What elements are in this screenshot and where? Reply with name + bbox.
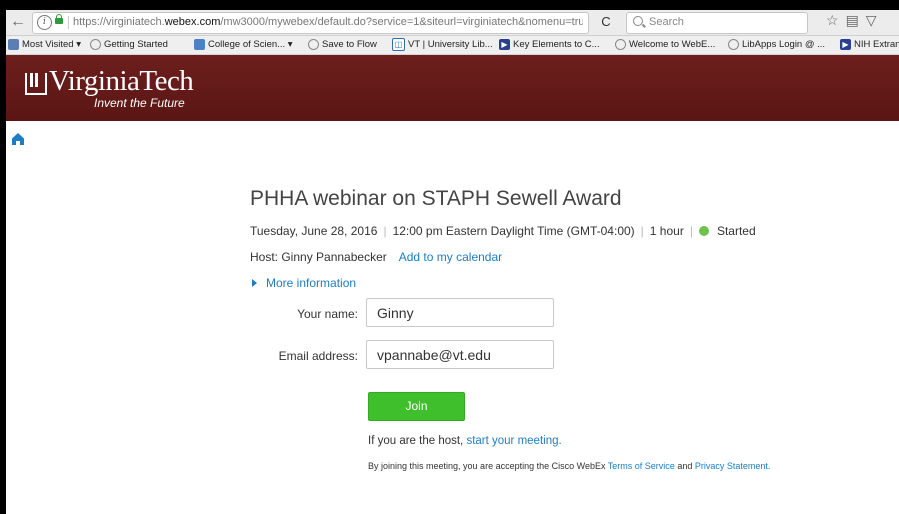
status-badge: Started bbox=[716, 224, 756, 238]
back-arrow-icon[interactable]: ← bbox=[6, 11, 30, 33]
page-title: PHHA webinar on STAPH Sewell Award bbox=[250, 187, 622, 210]
camera-icon bbox=[8, 38, 19, 50]
bookmark-vt-university-lib[interactable]: ◫ VT | University Lib... bbox=[392, 38, 493, 52]
site-banner: VirginiaTech Invent the Future bbox=[6, 55, 899, 121]
star-icon[interactable]: ☆ bbox=[826, 12, 846, 28]
search-icon bbox=[633, 16, 643, 26]
terms-of-service-link[interactable]: Terms of Service bbox=[608, 461, 675, 471]
globe-icon bbox=[615, 38, 626, 50]
vt-icon: ◫ bbox=[392, 38, 405, 51]
virginia-tech-logo-icon bbox=[25, 73, 47, 95]
host-line: Host: Ginny Pannabecker Add to my calenda… bbox=[250, 250, 502, 264]
browser-window: ← i https://virginiatech.webex.com/mw300… bbox=[6, 10, 899, 514]
url-bar: ← i https://virginiatech.webex.com/mw300… bbox=[6, 10, 899, 36]
search-placeholder: Search bbox=[649, 16, 684, 28]
legal-notice: By joining this meeting, you are accepti… bbox=[368, 461, 771, 471]
bookmark-key-elements[interactable]: ▶ Key Elements to C... bbox=[499, 38, 600, 52]
logo-text: VirginiaTech bbox=[49, 65, 194, 97]
bookmark-college-of-science[interactable]: College of Scien... ▾ bbox=[194, 38, 293, 52]
image-icon bbox=[194, 38, 205, 50]
info-icon[interactable]: i bbox=[37, 15, 52, 30]
bookmark-libapps-login[interactable]: LibApps Login @ ... bbox=[728, 38, 825, 52]
more-information-toggle[interactable]: More information bbox=[252, 276, 356, 290]
host-name: Host: Ginny Pannabecker bbox=[250, 250, 387, 264]
globe-icon bbox=[90, 38, 101, 50]
bookmark-getting-started[interactable]: Getting Started bbox=[90, 38, 168, 52]
search-box[interactable]: Search bbox=[626, 12, 808, 34]
join-button[interactable]: Join bbox=[368, 392, 465, 421]
status-dot-icon bbox=[698, 226, 709, 236]
play-icon: ▶ bbox=[840, 38, 851, 50]
bookmark-nih-extranet[interactable]: ▶ NIH Extran bbox=[840, 38, 899, 52]
toolbar-icons: ☆▤▽ bbox=[826, 12, 884, 29]
bookmarks-bar: Most Visited ▾ Getting Started College o… bbox=[6, 36, 899, 55]
logo-tagline: Invent the Future bbox=[94, 96, 185, 110]
email-field[interactable] bbox=[366, 340, 554, 369]
meeting-date: Tuesday, June 28, 2016 bbox=[250, 224, 378, 238]
meeting-time: 12:00 pm Eastern Daylight Time (GMT-04:0… bbox=[392, 224, 635, 238]
host-start-line: If you are the host, start your meeting. bbox=[368, 435, 562, 447]
url-text: https://virginiatech.webex.com/mw3000/my… bbox=[73, 16, 583, 28]
reading-list-icon[interactable]: ▤ bbox=[846, 12, 866, 28]
bookmark-welcome-webex[interactable]: Welcome to WebE... bbox=[615, 38, 715, 52]
globe-icon bbox=[728, 38, 739, 50]
globe-icon bbox=[308, 38, 319, 50]
start-meeting-link[interactable]: start your meeting. bbox=[466, 435, 561, 447]
bookmark-most-visited[interactable]: Most Visited ▾ bbox=[8, 38, 81, 52]
email-label: Email address: bbox=[278, 349, 358, 363]
pocket-icon[interactable]: ▽ bbox=[866, 12, 884, 28]
play-icon: ▶ bbox=[499, 38, 510, 50]
meeting-duration: 1 hour bbox=[649, 224, 684, 238]
privacy-statement-link[interactable]: Privacy Statement. bbox=[695, 461, 771, 471]
meeting-join-panel: PHHA webinar on STAPH Sewell Award Tuesd… bbox=[6, 121, 899, 514]
meeting-meta: Tuesday, June 28, 2016 | 12:00 pm Eastern … bbox=[250, 224, 756, 238]
reload-icon[interactable]: C bbox=[588, 12, 624, 32]
name-field[interactable] bbox=[366, 298, 554, 327]
address-bar[interactable]: i https://virginiatech.webex.com/mw3000/… bbox=[32, 12, 589, 34]
bookmark-save-to-flow[interactable]: Save to Flow bbox=[308, 38, 377, 52]
lock-icon bbox=[55, 14, 63, 24]
add-to-calendar-link[interactable]: Add to my calendar bbox=[399, 250, 502, 264]
triangle-right-icon bbox=[252, 279, 257, 287]
name-label: Your name: bbox=[297, 307, 358, 321]
